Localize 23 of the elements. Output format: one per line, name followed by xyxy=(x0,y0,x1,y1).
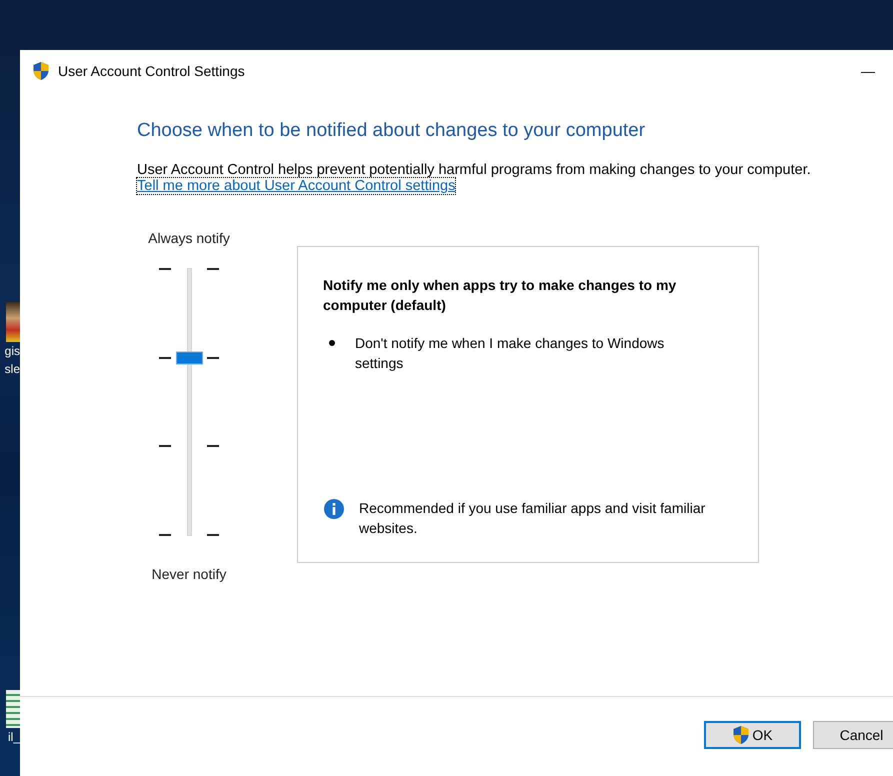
page-heading: Choose when to be notified about changes to your computer xyxy=(137,120,646,142)
shield-icon xyxy=(732,724,750,744)
desktop-icon-label: gis xyxy=(4,343,20,360)
bullet-icon xyxy=(329,340,335,346)
ok-button[interactable]: OK xyxy=(704,720,801,748)
help-link[interactable]: Tell me more about User Account Control settings xyxy=(137,178,456,194)
slider-thumb[interactable] xyxy=(176,351,202,364)
panel-title: Notify me only when apps try to make changes to my computer (default) xyxy=(323,276,678,315)
shield-icon xyxy=(32,61,50,81)
window-title: User Account Control Settings xyxy=(58,63,246,79)
desktop-icon[interactable] xyxy=(6,302,20,342)
minimize-button[interactable]: — xyxy=(838,63,893,79)
info-icon xyxy=(323,498,345,520)
slider-top-label: Always notify xyxy=(148,230,230,246)
description-text: User Account Control helps prevent potentially harmful programs from making changes to your computer. xyxy=(137,162,812,178)
info-text: Recommended if you use familiar apps and visit familiar websites. xyxy=(359,499,706,538)
desktop-icon[interactable] xyxy=(6,690,20,728)
slider-bottom-label: Never notify xyxy=(152,566,226,582)
notification-slider[interactable] xyxy=(159,268,219,536)
bullet-text: Don't notify me when I make changes to Windows settings xyxy=(355,334,666,373)
desktop-icon-label: il_ xyxy=(8,729,20,746)
desktop-icon-label: sle xyxy=(4,361,20,378)
cancel-button[interactable]: Cancel xyxy=(813,720,893,748)
